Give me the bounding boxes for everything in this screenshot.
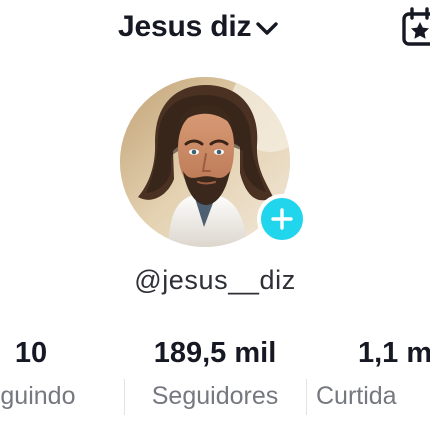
followers-label: Seguidores xyxy=(151,382,279,410)
profile-screen: Jesus diz @jesus__diz 10 guindo 189,5 mi… xyxy=(0,0,430,430)
plus-icon xyxy=(271,208,293,230)
following-label: eguindo xyxy=(0,382,76,410)
profile-stats: 10 eguindo 189,5 mil Seguidores 1,1 m Cu… xyxy=(0,333,430,423)
username: @jesus__diz xyxy=(134,265,296,295)
following-count: 10 xyxy=(14,337,48,369)
followers-stat[interactable]: 189,5 mil Seguidores xyxy=(125,333,305,417)
chevron-down-icon xyxy=(254,18,280,38)
following-stat[interactable]: 10 eguindo xyxy=(0,333,121,417)
stats-divider xyxy=(306,379,307,415)
account-name: Jesus diz xyxy=(118,10,252,43)
account-switcher[interactable]: Jesus diz xyxy=(118,10,280,44)
followers-count: 189,5 mil xyxy=(153,337,277,369)
add-avatar-button[interactable] xyxy=(257,194,307,244)
avatar-container xyxy=(120,77,310,267)
likes-stat[interactable]: 1,1 m Curtida xyxy=(316,333,430,417)
profile-header: Jesus diz xyxy=(0,0,430,58)
calendar-star-icon[interactable] xyxy=(400,6,430,48)
likes-label: Curtida xyxy=(316,382,397,410)
likes-count: 1,1 m xyxy=(358,337,430,369)
